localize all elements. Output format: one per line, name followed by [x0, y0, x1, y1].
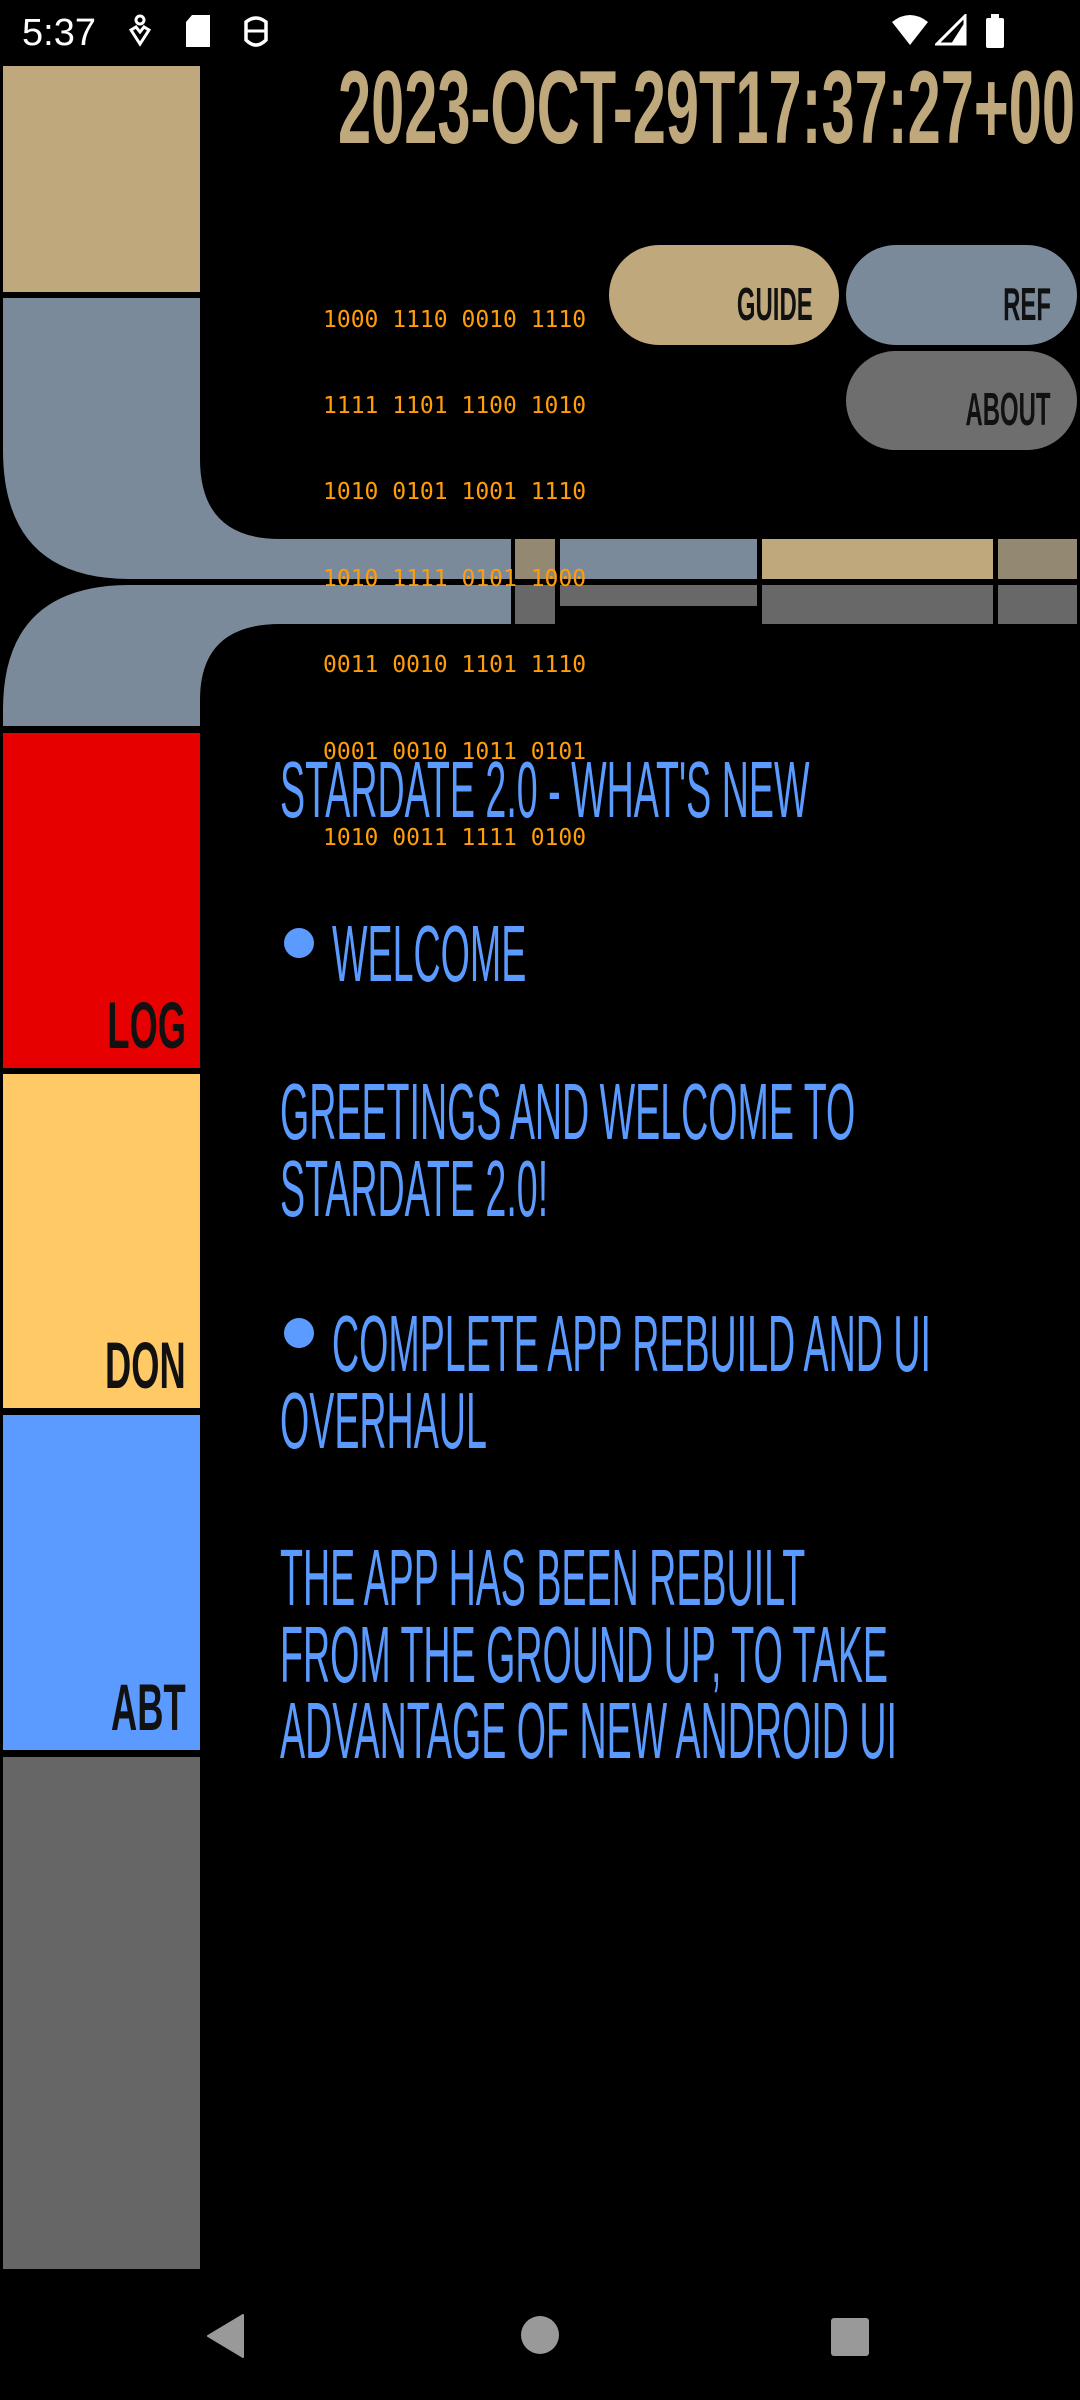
bar-segment: [560, 539, 757, 579]
about-label: ABOUT: [965, 383, 1051, 435]
bar-segment: [998, 585, 1077, 624]
paragraph-line: THE APP HAS BEEN REBUILT: [280, 1533, 806, 1622]
sidebar-item-log[interactable]: LOG: [3, 733, 200, 1068]
sidebar-item-don[interactable]: DON: [3, 1074, 200, 1408]
binary-line: 1010 1111 0101 1000: [323, 565, 587, 592]
sidebar-filler-block: [3, 1757, 200, 2269]
paragraph-line: STARDATE 2.0!: [280, 1144, 549, 1233]
section-heading: COMPLETE APP REBUILD AND UI: [332, 1299, 931, 1388]
page-title: STARDATE 2.0 - WHAT'S NEW: [280, 745, 810, 834]
bar-segment: [762, 539, 993, 579]
paragraph-line: GREETINGS AND WELCOME TO: [280, 1067, 856, 1156]
paragraph-line: FROM THE GROUND UP, TO TAKE: [280, 1610, 888, 1699]
timestamp: 2023-OCT-29T17:37:27+00: [338, 55, 1075, 155]
sidebar-item-label: ABT: [111, 1670, 186, 1744]
guide-button[interactable]: GUIDE: [609, 245, 839, 345]
about-button[interactable]: ABOUT: [846, 351, 1077, 450]
bar-segment: [998, 539, 1077, 579]
section-heading: WELCOME: [332, 909, 527, 998]
sidebar-item-label: DON: [105, 1328, 186, 1402]
recents-icon[interactable]: [830, 2317, 872, 2359]
binary-line: 1111 1101 1100 1010: [323, 392, 587, 419]
svg-text:2023-OCT-29T17:37:27+00: 2023-OCT-29T17:37:27+00: [338, 55, 1075, 155]
binary-line: 1000 1110 0010 1110: [323, 306, 587, 333]
home-icon[interactable]: [519, 2314, 561, 2356]
guide-label: GUIDE: [737, 278, 813, 330]
binary-line: 1010 0101 1001 1110: [323, 479, 587, 506]
sidebar-item-abt[interactable]: ABT: [3, 1415, 200, 1750]
bar-segment: [560, 585, 757, 606]
section-heading: OVERHAUL: [280, 1376, 487, 1465]
binary-line: 0011 0010 1101 1110: [323, 652, 587, 679]
ref-button[interactable]: REF: [846, 245, 1077, 345]
bar-segment: [762, 585, 993, 624]
ref-label: REF: [1003, 278, 1051, 330]
bullet-icon: [284, 928, 314, 958]
back-icon[interactable]: [205, 2313, 245, 2359]
bullet-icon: [284, 1318, 314, 1348]
paragraph-line: ADVANTAGE OF NEW ANDROID UI: [280, 1686, 897, 1775]
sidebar-item-label: LOG: [107, 988, 186, 1062]
